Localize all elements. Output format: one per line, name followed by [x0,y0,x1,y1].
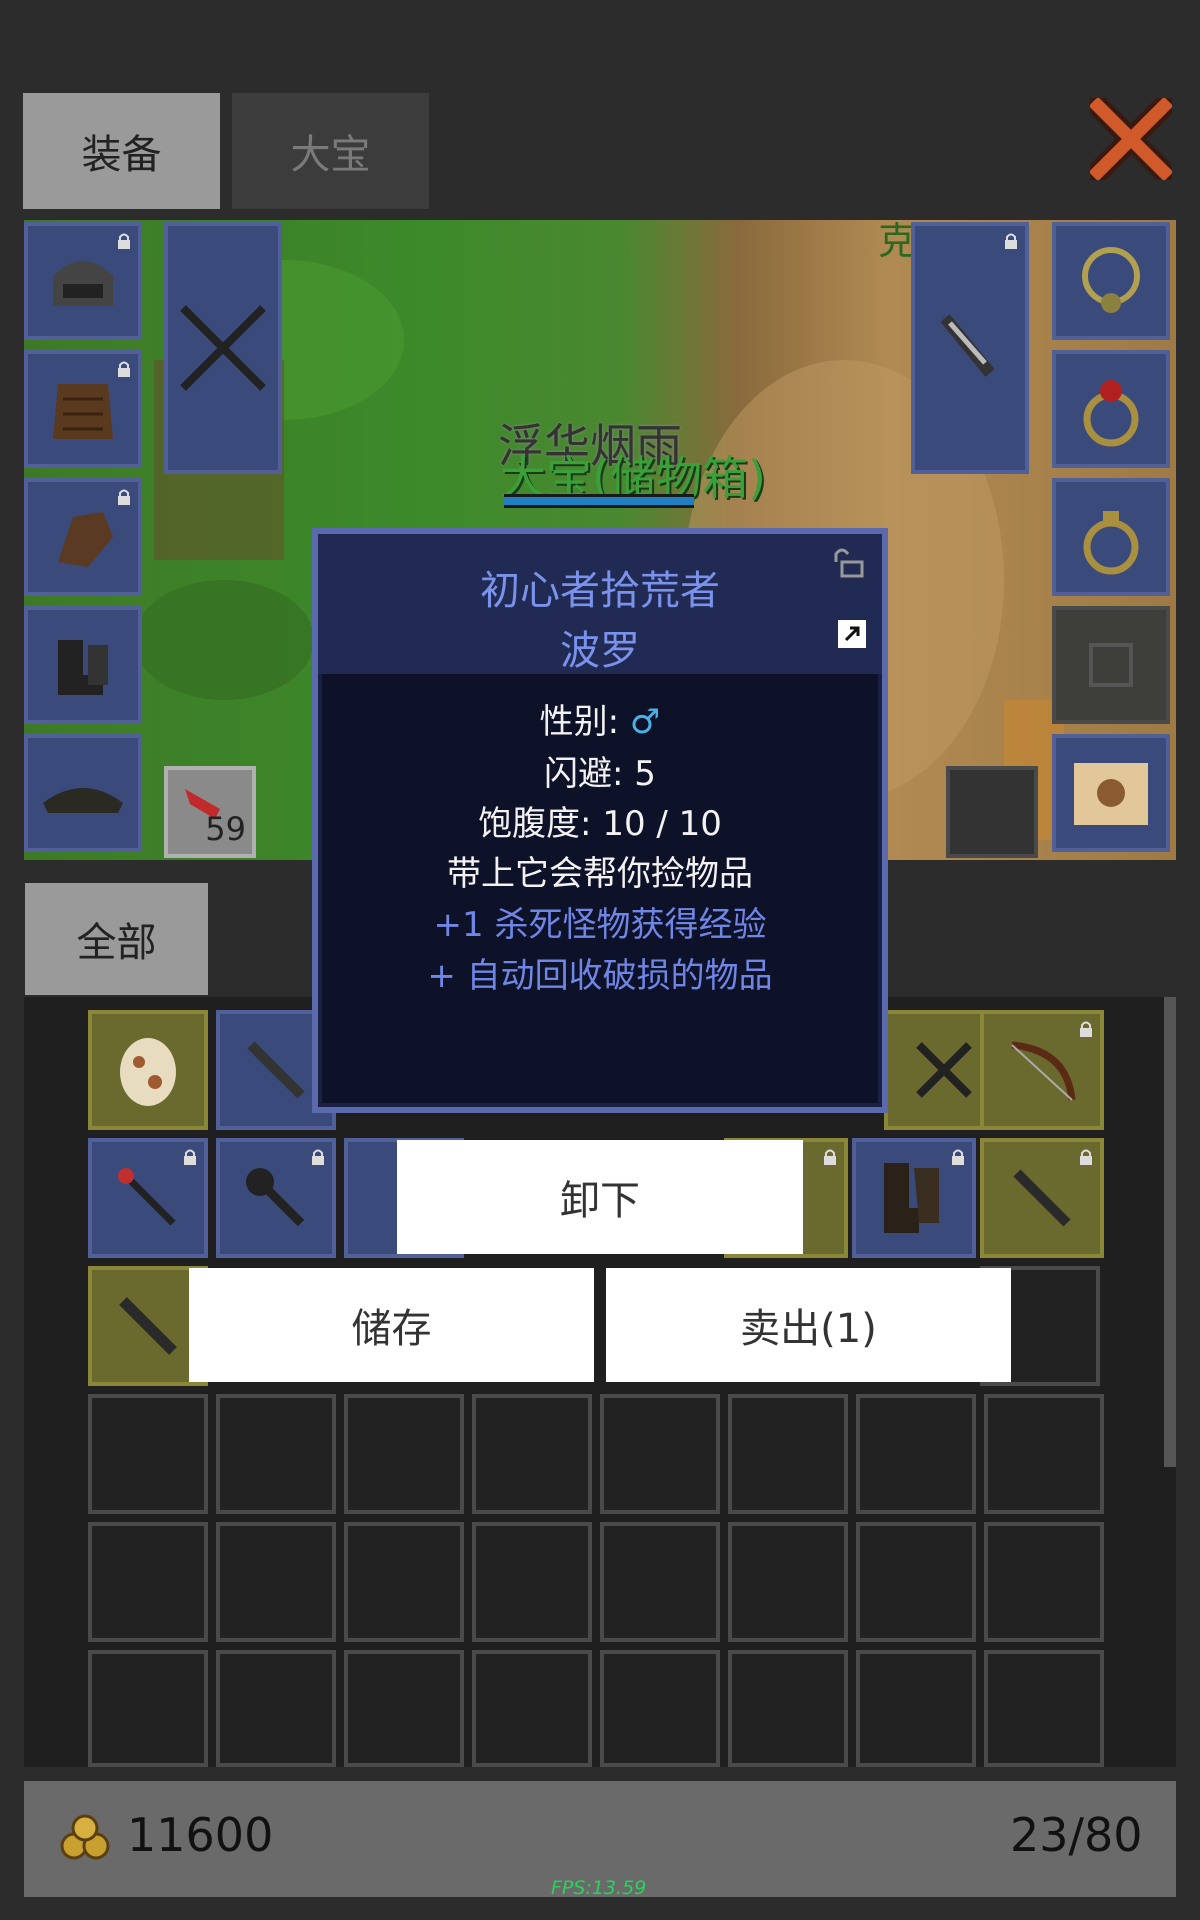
gender-label: 性别: [539,702,620,742]
tooltip-dodge: 闪避: 5 [544,754,656,794]
store-button[interactable]: 储存 [189,1268,594,1382]
ring-slot-2[interactable] [1052,478,1170,596]
egg-icon [120,1038,176,1106]
necklace-icon [1082,247,1140,313]
boots-icon [884,1163,939,1233]
bat-icon [119,1297,177,1355]
fps-counter: FPS:13.59 [551,1877,647,1899]
inventory-item-boots[interactable] [852,1138,976,1258]
armor-icon [53,384,113,439]
lock-icon [1005,233,1017,249]
inventory-item-staff[interactable] [88,1138,208,1258]
helmet-icon [53,261,113,306]
spear-icon [247,1041,305,1099]
inventory-cell[interactable] [88,1522,208,1642]
lock-icon [1080,1021,1092,1037]
tooltip-title-line1: 初心者拾荒者 [480,568,720,614]
inventory-cell[interactable] [472,1522,592,1642]
helmet-slot[interactable] [24,222,142,340]
inventory-cell[interactable] [216,1650,336,1767]
inventory-item-bow[interactable] [980,1010,1104,1130]
inventory-cell[interactable] [984,1394,1104,1514]
boots-slot[interactable] [24,606,142,724]
lock-icon [118,489,130,505]
necklace-slot[interactable] [1052,222,1170,340]
inventory-cell[interactable] [600,1522,720,1642]
inventory-cell[interactable] [344,1522,464,1642]
inventory-cell[interactable] [856,1650,976,1767]
wand-icon [1013,1169,1071,1227]
lock-icon [952,1149,964,1165]
mace-icon [246,1168,305,1227]
lock-icon [1080,1149,1092,1165]
crossed-swords-icon [180,305,266,391]
bow-icon [1011,1041,1076,1101]
lock-icon [312,1149,324,1165]
staff-icon [118,1168,176,1226]
empty-quick-slot[interactable] [946,766,1038,858]
pet-scroll-icon [1074,763,1148,825]
filter-tab-all[interactable]: 全部 [25,883,208,995]
inventory-cell[interactable] [856,1522,976,1642]
inventory-cell[interactable] [984,1650,1104,1767]
crossed-swords-icon [916,1042,972,1098]
inventory-item-wand[interactable] [980,1138,1104,1258]
lock-icon [824,1149,836,1165]
inventory-cell[interactable] [472,1650,592,1767]
quick-item-count: 59 [205,810,246,848]
hat-icon [43,788,123,813]
tooltip-bonus-recycle: + 自动回收破损的物品 [427,956,773,996]
tooltip-gender: 性别: ♂ [312,694,888,743]
lock-icon [118,361,130,377]
boots-icon [58,640,108,695]
male-icon: ♂ [629,702,661,742]
pet-health-bar [504,494,694,508]
artifact-slot[interactable] [1052,606,1170,724]
dagger-icon [940,314,995,377]
inventory-cell[interactable] [856,1394,976,1514]
rune-icon [1089,643,1133,687]
close-icon[interactable] [1082,90,1180,188]
sell-button[interactable]: 卖出(1) [606,1268,1011,1382]
lock-icon [184,1149,196,1165]
tab-dabao[interactable]: 大宝 [232,93,429,209]
unequip-button[interactable]: 卸下 [397,1140,803,1254]
inventory-cell[interactable] [600,1394,720,1514]
inventory-capacity: 23/80 [1010,1808,1143,1862]
weapon-slot[interactable] [164,222,282,474]
gloves-slot[interactable] [24,478,142,596]
inventory-cell[interactable] [88,1650,208,1767]
tooltip-title-line2: 波罗 [560,628,640,674]
inventory-scrollbar[interactable] [1164,997,1176,1467]
offhand-slot[interactable] [911,222,1029,474]
tooltip-description: 带上它会帮你捡物品 [447,854,753,894]
inventory-item-egg[interactable] [88,1010,208,1130]
inventory-cell[interactable] [88,1394,208,1514]
ring-icon [1083,511,1139,575]
inventory-cell[interactable] [472,1394,592,1514]
gold-amount: 11600 [127,1808,274,1862]
lock-icon [118,233,130,249]
tooltip-bonus-exp: +1 杀死怪物获得经验 [433,905,767,945]
inventory-cell[interactable] [728,1522,848,1642]
tooltip-satiety: 饱腹度: 10 / 10 [478,804,722,844]
armor-slot[interactable] [24,350,142,468]
inventory-item-mace[interactable] [216,1138,336,1258]
inventory-cell[interactable] [984,1522,1104,1642]
inventory-cell[interactable] [344,1394,464,1514]
inventory-cell[interactable] [216,1394,336,1514]
inventory-cell[interactable] [600,1650,720,1767]
inventory-cell[interactable] [728,1650,848,1767]
hat-slot[interactable] [24,734,142,852]
glove-icon [58,512,113,567]
ruby-ring-icon [1083,380,1139,447]
quick-item-slot[interactable]: 59 [164,766,256,858]
inventory-cell[interactable] [216,1522,336,1642]
inventory-cell[interactable] [344,1650,464,1767]
coins-icon [60,1814,110,1860]
ring-slot-1[interactable] [1052,350,1170,468]
inventory-cell[interactable] [728,1394,848,1514]
tab-equipment[interactable]: 装备 [23,93,220,209]
pet-slot[interactable] [1052,734,1170,852]
